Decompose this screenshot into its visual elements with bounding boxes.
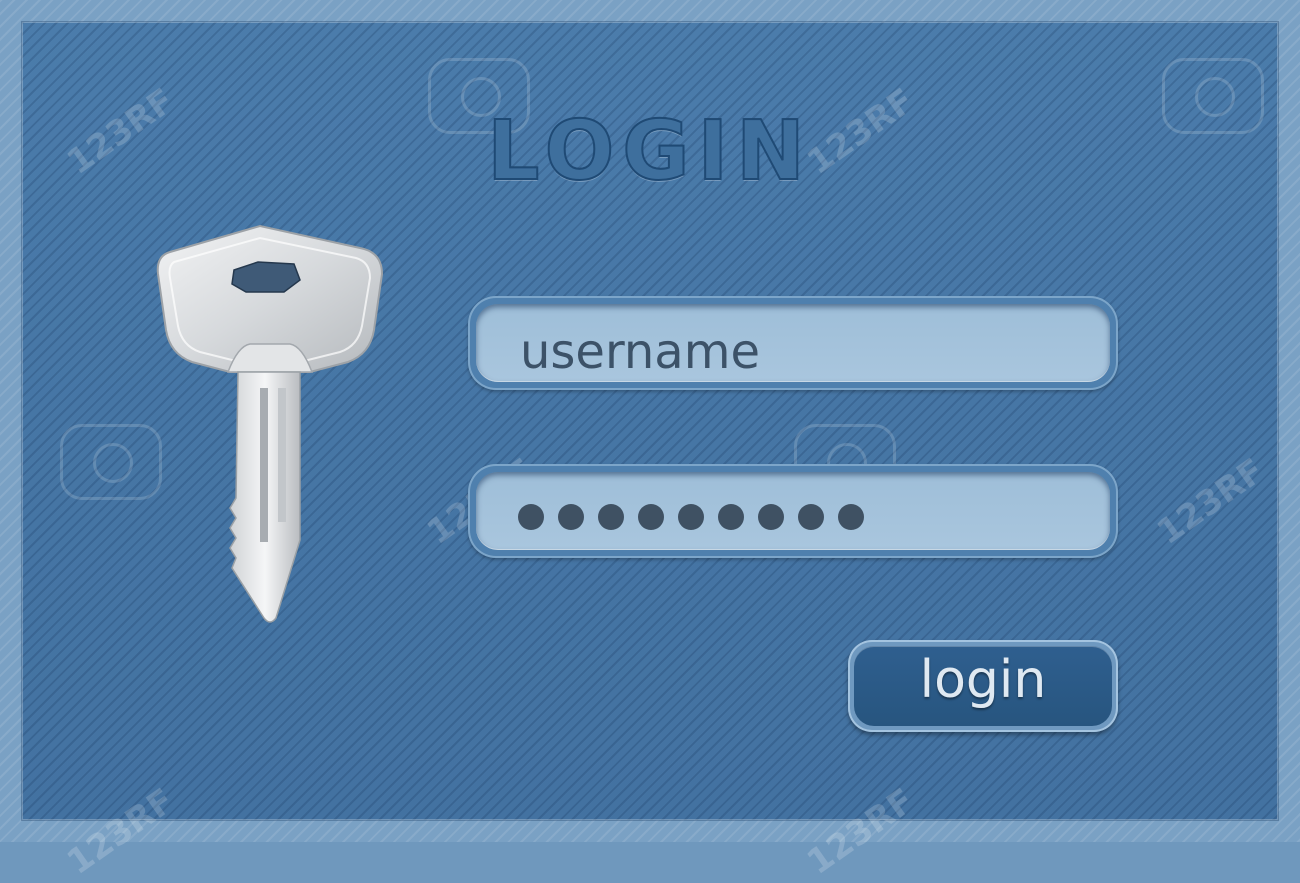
password-input[interactable] <box>476 472 1110 550</box>
password-mask-dot <box>558 504 584 530</box>
password-mask-dot <box>718 504 744 530</box>
password-mask-dot <box>678 504 704 530</box>
password-mask <box>518 504 864 530</box>
password-mask-dot <box>518 504 544 530</box>
password-mask-dot <box>838 504 864 530</box>
page-title: LOGIN <box>486 103 813 200</box>
username-input[interactable]: username <box>476 304 1110 382</box>
password-mask-dot <box>598 504 624 530</box>
username-value: username <box>520 324 760 380</box>
password-field[interactable] <box>468 464 1118 558</box>
password-mask-dot <box>798 504 824 530</box>
password-mask-dot <box>638 504 664 530</box>
username-field[interactable]: username <box>468 296 1118 390</box>
password-mask-dot <box>758 504 784 530</box>
key-icon <box>150 222 390 632</box>
login-button-label: login <box>919 650 1047 710</box>
login-button[interactable]: login <box>848 640 1118 732</box>
watermark-camera-icon <box>60 424 162 500</box>
